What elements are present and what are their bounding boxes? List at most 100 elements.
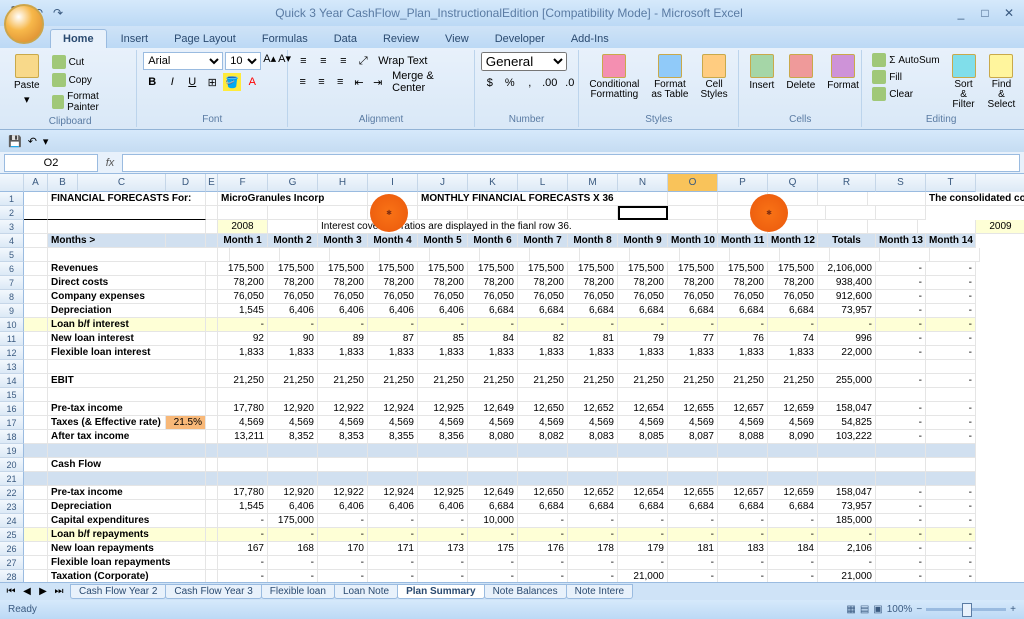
row-header[interactable]: 28 <box>0 570 24 582</box>
cell-styles-button[interactable]: Cell Styles <box>696 52 731 102</box>
col-header-A[interactable]: A <box>24 174 48 192</box>
cell[interactable]: - <box>718 318 768 332</box>
cell[interactable]: 82 <box>518 332 568 346</box>
cell[interactable]: 17,780 <box>218 486 268 500</box>
cell[interactable]: 12,650 <box>518 486 568 500</box>
cell[interactable]: 175,500 <box>518 262 568 276</box>
col-header-P[interactable]: P <box>718 174 768 192</box>
cell[interactable] <box>206 458 218 472</box>
cell[interactable]: 4,569 <box>768 416 818 430</box>
cell[interactable] <box>48 206 206 220</box>
border-button[interactable]: ⊞ <box>203 73 221 91</box>
cell[interactable] <box>24 570 48 582</box>
cell[interactable]: 73,957 <box>818 500 876 514</box>
cell[interactable]: Month 7 <box>518 234 568 248</box>
cell[interactable] <box>568 458 618 472</box>
cell[interactable] <box>268 206 318 220</box>
cell[interactable]: 6,406 <box>268 304 318 318</box>
cell[interactable]: - <box>876 262 926 276</box>
sheet-tab-cash-flow-year-3[interactable]: Cash Flow Year 3 <box>165 584 261 599</box>
col-header-T[interactable]: T <box>926 174 976 192</box>
cell[interactable]: 6,684 <box>568 500 618 514</box>
cell[interactable]: 8,087 <box>668 430 718 444</box>
cell[interactable] <box>768 388 818 402</box>
view-layout-icon[interactable]: ▤ <box>860 604 869 615</box>
align-right-icon[interactable]: ≡ <box>332 73 349 91</box>
cell[interactable] <box>768 472 818 486</box>
cell[interactable]: Month 6 <box>468 234 518 248</box>
cell[interactable]: 12,922 <box>318 486 368 500</box>
cell[interactable]: 21.5% <box>166 416 206 430</box>
cell[interactable]: - <box>318 318 368 332</box>
sheet-tab-cash-flow-year-2[interactable]: Cash Flow Year 2 <box>70 584 166 599</box>
row-header[interactable]: 10 <box>0 318 24 332</box>
row-header[interactable]: 17 <box>0 416 24 430</box>
col-header-J[interactable]: J <box>418 174 468 192</box>
cell[interactable]: 1,833 <box>668 346 718 360</box>
cell[interactable]: 89 <box>318 332 368 346</box>
cell[interactable]: 6,406 <box>368 304 418 318</box>
cell[interactable]: - <box>468 570 518 582</box>
sort-filter-button[interactable]: Sort & Filter <box>948 52 980 112</box>
cell[interactable]: 175,500 <box>268 262 318 276</box>
cell[interactable]: 1,833 <box>418 346 468 360</box>
row-header[interactable]: 13 <box>0 360 24 374</box>
cell[interactable]: 21,250 <box>568 374 618 388</box>
cell[interactable] <box>48 220 206 234</box>
cell[interactable]: - <box>218 570 268 582</box>
bold-button[interactable]: B <box>143 73 161 91</box>
cell[interactable] <box>868 192 926 206</box>
cell[interactable] <box>268 458 318 472</box>
cell[interactable]: - <box>418 318 468 332</box>
cell[interactable]: 12,920 <box>268 486 318 500</box>
cell[interactable] <box>318 388 368 402</box>
cell[interactable]: Cash Flow <box>48 458 206 472</box>
row-header[interactable]: 6 <box>0 262 24 276</box>
cell[interactable]: 76,050 <box>768 290 818 304</box>
cell[interactable]: 12,650 <box>518 402 568 416</box>
cell[interactable]: 4,569 <box>368 416 418 430</box>
row-header[interactable]: 2 <box>0 206 24 220</box>
cell[interactable]: 8,352 <box>268 430 318 444</box>
align-bottom-icon[interactable]: ≡ <box>334 52 352 70</box>
cell[interactable]: - <box>368 514 418 528</box>
cell[interactable]: - <box>268 570 318 582</box>
cell[interactable]: 4,569 <box>318 416 368 430</box>
view-normal-icon[interactable]: ▦ <box>846 604 855 615</box>
cell[interactable]: 2009 <box>976 220 1024 234</box>
cell[interactable]: 4,569 <box>268 416 318 430</box>
fill-color-button[interactable]: 🪣 <box>223 73 241 91</box>
cell[interactable] <box>24 374 48 388</box>
row-header[interactable]: 20 <box>0 458 24 472</box>
cell[interactable]: 78,200 <box>468 276 518 290</box>
cell[interactable] <box>24 444 48 458</box>
cell[interactable] <box>24 486 48 500</box>
cell[interactable]: - <box>818 318 876 332</box>
cell[interactable]: - <box>768 556 818 570</box>
cell[interactable]: - <box>926 556 976 570</box>
font-size-select[interactable]: 10 <box>225 52 261 70</box>
tab-data[interactable]: Data <box>322 30 369 48</box>
sheet-tab-note-balances[interactable]: Note Balances <box>484 584 567 599</box>
cell[interactable] <box>768 458 818 472</box>
cell[interactable] <box>24 528 48 542</box>
cell[interactable]: 78,200 <box>568 276 618 290</box>
find-select-button[interactable]: Find & Select <box>984 52 1020 112</box>
cell[interactable] <box>206 304 218 318</box>
cell[interactable] <box>818 388 876 402</box>
cell[interactable]: 8,356 <box>418 430 468 444</box>
cell[interactable]: Depreciation <box>48 500 206 514</box>
cell[interactable]: - <box>876 416 926 430</box>
cell[interactable] <box>368 444 418 458</box>
cell[interactable]: 184 <box>768 542 818 556</box>
cell[interactable]: 12,925 <box>418 486 468 500</box>
col-header-E[interactable]: E <box>206 174 218 192</box>
cell[interactable]: - <box>568 570 618 582</box>
cell[interactable] <box>876 472 926 486</box>
cell[interactable]: - <box>718 514 768 528</box>
cell[interactable]: - <box>418 514 468 528</box>
cell[interactable] <box>718 458 768 472</box>
cell[interactable]: - <box>668 318 718 332</box>
cell[interactable] <box>24 402 48 416</box>
cell[interactable]: - <box>268 528 318 542</box>
